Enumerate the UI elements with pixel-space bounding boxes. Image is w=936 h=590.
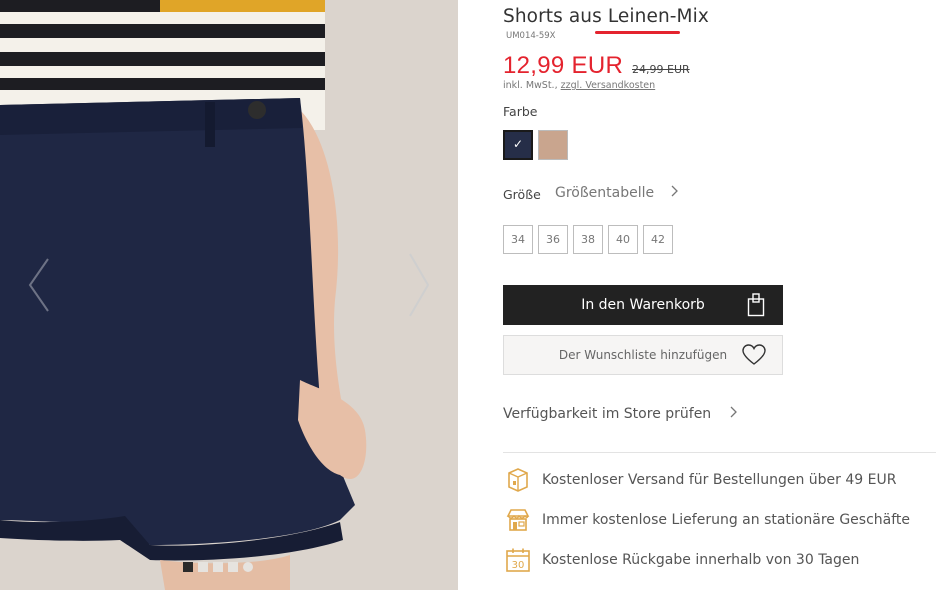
previous-image-arrow-icon[interactable] <box>26 255 52 315</box>
check-icon: ✓ <box>513 137 524 151</box>
chevron-right-icon <box>730 406 737 418</box>
store-availability-link[interactable]: Verfügbarkeit im Store prüfen <box>503 406 738 422</box>
product-info-panel: Shorts aus Leinen-Mix UM014-59X 12,99 EU… <box>503 0 936 590</box>
heart-icon <box>742 344 766 365</box>
product-sku: UM014-59X <box>506 31 556 41</box>
size-option-42[interactable]: 42 <box>643 225 673 254</box>
gallery-dot-video[interactable] <box>243 562 253 572</box>
gallery-dot-3[interactable] <box>213 562 223 572</box>
color-swatch-beige[interactable] <box>538 130 568 160</box>
color-label: Farbe <box>503 104 538 119</box>
add-to-cart-label: In den Warenkorb <box>581 297 705 313</box>
svg-text:30: 30 <box>512 560 525 571</box>
title-highlight-underline <box>595 31 680 34</box>
current-price: 12,99 EUR <box>503 52 624 79</box>
perk-store-delivery: Immer kostenlose Lieferung an stationäre… <box>503 505 910 535</box>
gallery-dot-1[interactable] <box>183 562 193 572</box>
perk-free-shipping-text: Kostenloser Versand für Bestellungen übe… <box>542 472 897 488</box>
size-chart-link[interactable]: Größentabelle <box>555 185 679 201</box>
perk-store-delivery-text: Immer kostenlose Lieferung an stationäre… <box>542 512 911 528</box>
chevron-right-icon <box>671 185 678 197</box>
size-option-40[interactable]: 40 <box>608 225 638 254</box>
size-option-38[interactable]: 38 <box>573 225 603 254</box>
product-image-gallery <box>0 0 458 590</box>
shopping-bag-icon <box>747 293 765 317</box>
add-to-wishlist-label: Der Wunschliste hinzufügen <box>558 348 728 362</box>
gallery-pagination <box>183 562 253 572</box>
perk-free-returns-text: Kostenlose Rückgabe innerhalb von 30 Tag… <box>542 552 860 568</box>
size-chart-label: Größentabelle <box>555 185 655 201</box>
next-image-arrow-icon[interactable] <box>404 250 434 320</box>
size-label: Größe <box>503 187 541 202</box>
gallery-dot-2[interactable] <box>198 562 208 572</box>
tax-note: inkl. MwSt., zzgl. Versandkosten <box>503 80 655 91</box>
gallery-dot-4[interactable] <box>228 562 238 572</box>
calendar-30-icon: 30 <box>503 545 533 575</box>
add-to-wishlist-button[interactable]: Der Wunschliste hinzufügen <box>503 335 783 375</box>
add-to-cart-button[interactable]: In den Warenkorb <box>503 285 783 325</box>
product-title: Shorts aus Leinen-Mix <box>503 6 709 27</box>
size-option-34[interactable]: 34 <box>503 225 533 254</box>
product-photo <box>0 0 458 590</box>
old-price: 24,99 EUR <box>632 63 690 76</box>
perk-free-returns: 30 Kostenlose Rückgabe innerhalb von 30 … <box>503 545 859 575</box>
perk-free-shipping: Kostenloser Versand für Bestellungen übe… <box>503 465 896 495</box>
color-swatch-navy[interactable]: ✓ <box>503 130 533 160</box>
size-options: 34 36 38 40 42 <box>503 225 673 254</box>
store-availability-label: Verfügbarkeit im Store prüfen <box>503 406 712 422</box>
store-icon <box>503 505 533 535</box>
section-divider <box>503 452 936 453</box>
shipping-costs-link[interactable]: zzgl. Versandkosten <box>561 80 656 91</box>
size-option-36[interactable]: 36 <box>538 225 568 254</box>
shipping-box-icon <box>503 465 533 495</box>
tax-prefix: inkl. MwSt., <box>503 80 558 91</box>
